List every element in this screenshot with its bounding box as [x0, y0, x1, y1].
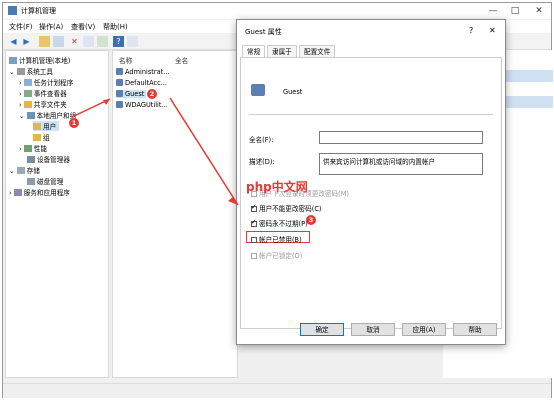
watermark: php中文网 — [246, 180, 308, 194]
step-badge-3: 3 — [306, 215, 316, 225]
step-badge-2: 2 — [147, 89, 157, 99]
step-badge-1: 1 — [69, 118, 79, 128]
annotation-arrows — [71, 97, 239, 206]
